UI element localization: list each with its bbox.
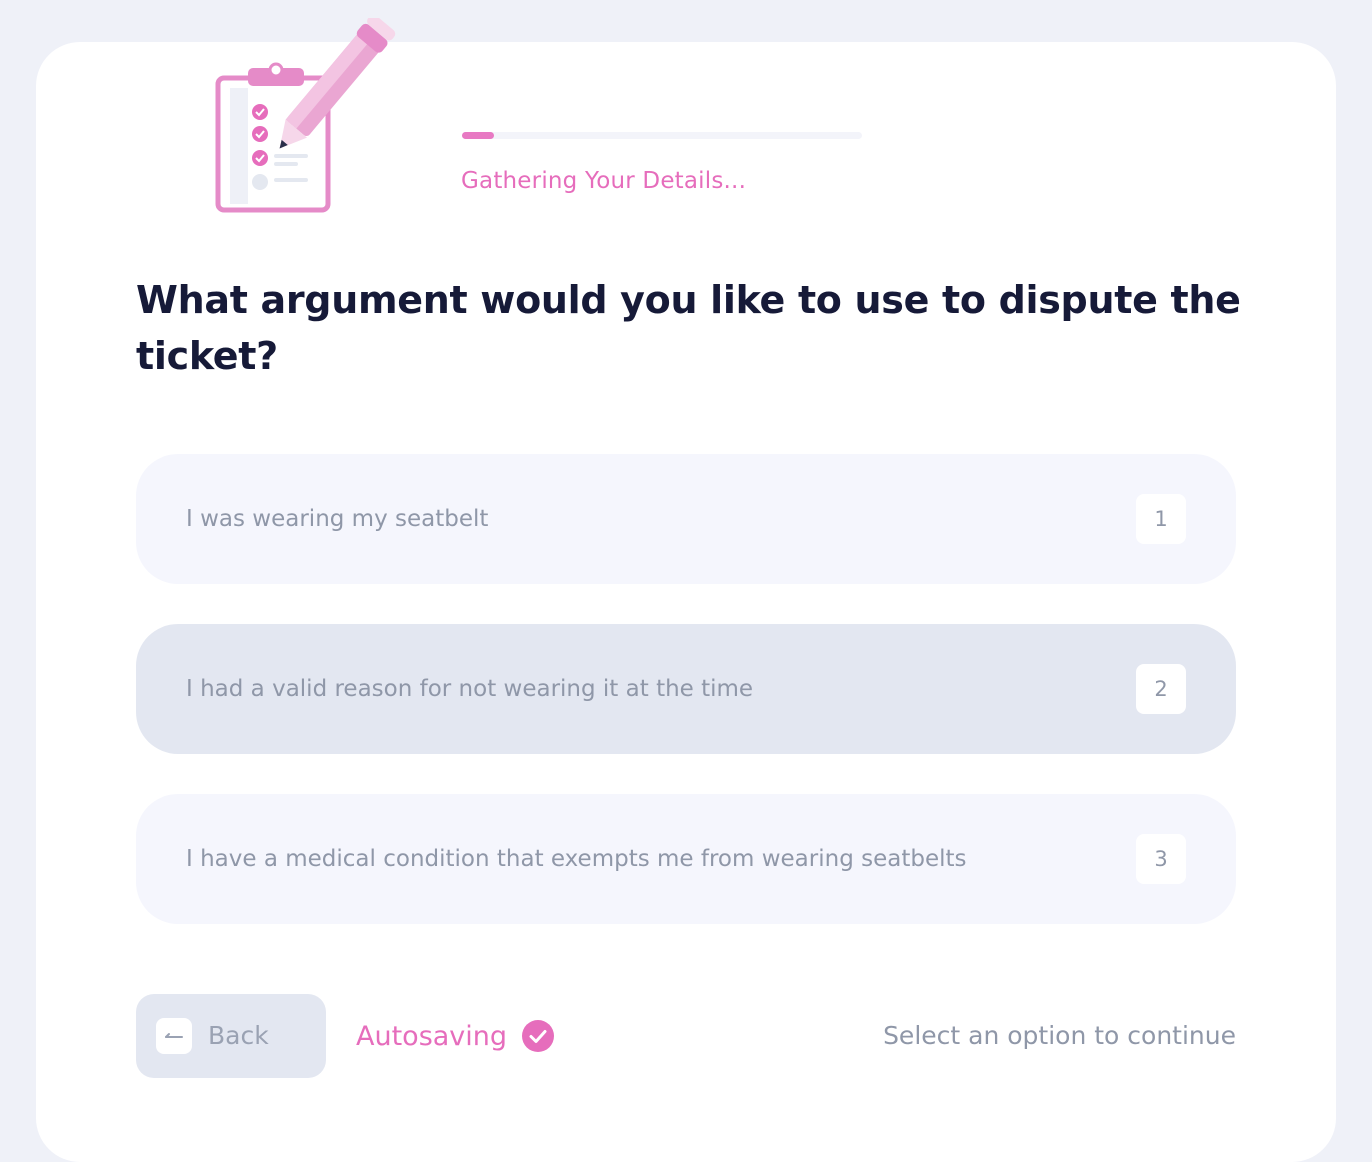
option-key-badge: 1 xyxy=(1136,494,1186,544)
option-list: I was wearing my seatbelt 1 I had a vali… xyxy=(136,454,1236,964)
progress-bar xyxy=(462,132,862,139)
clipboard-pencil-illustration xyxy=(212,14,402,218)
form-footer: Back Autosaving Select an option to cont… xyxy=(136,994,1236,1078)
progress-label: Gathering Your Details... xyxy=(461,168,747,194)
question-card: Gathering Your Details... What argument … xyxy=(36,14,1336,1162)
option-valid-reason[interactable]: I had a valid reason for not wearing it … xyxy=(136,624,1236,754)
option-label: I was wearing my seatbelt xyxy=(186,506,489,532)
autosave-status: Autosaving xyxy=(356,994,555,1078)
progress-bar-fill xyxy=(462,132,494,139)
option-medical-condition[interactable]: I have a medical condition that exempts … xyxy=(136,794,1236,924)
autosave-label: Autosaving xyxy=(356,1020,508,1052)
question-title: What argument would you like to use to d… xyxy=(136,278,1241,378)
back-button[interactable]: Back xyxy=(136,994,326,1078)
option-key-badge: 3 xyxy=(1136,834,1186,884)
option-key-badge: 2 xyxy=(1136,664,1186,714)
option-wearing-seatbelt[interactable]: I was wearing my seatbelt 1 xyxy=(136,454,1236,584)
arrow-left-icon xyxy=(156,1018,192,1054)
back-label: Back xyxy=(208,1021,269,1050)
option-label: I had a valid reason for not wearing it … xyxy=(186,676,754,702)
option-label: I have a medical condition that exempts … xyxy=(186,846,967,872)
check-circle-icon xyxy=(521,1019,555,1053)
continue-hint: Select an option to continue xyxy=(883,1021,1236,1050)
